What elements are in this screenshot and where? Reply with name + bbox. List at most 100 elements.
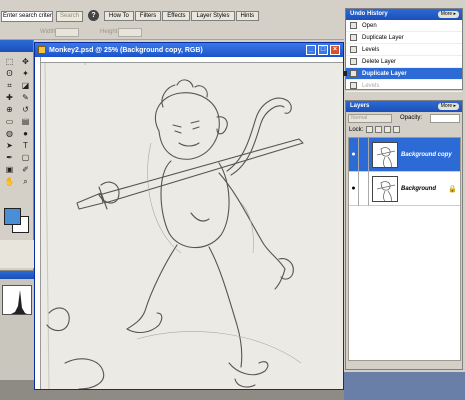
- tab-filters[interactable]: Filters: [134, 11, 162, 21]
- path-select-icon[interactable]: ➤: [3, 140, 16, 151]
- layer-link-toggle[interactable]: [359, 137, 369, 172]
- history-item[interactable]: Duplicate Layer: [343, 68, 462, 80]
- layers-titlebar[interactable]: Layers More ▸: [346, 101, 462, 112]
- mode-buttons: [0, 240, 34, 268]
- foreground-color-swatch[interactable]: [4, 208, 21, 225]
- pen-icon[interactable]: ✒: [3, 152, 16, 163]
- dodge-icon[interactable]: ●: [19, 128, 32, 139]
- visibility-eye-icon[interactable]: ●: [349, 171, 359, 206]
- history-brush-icon[interactable]: ↺: [19, 104, 32, 115]
- layer-name: Background copy: [401, 151, 452, 158]
- magic-wand-icon[interactable]: ✦: [19, 68, 32, 79]
- layer-row[interactable]: ● Background copy: [349, 137, 460, 172]
- tab-layer-styles[interactable]: Layer Styles: [191, 11, 235, 21]
- layer-lock-icon: 🔒: [448, 186, 457, 193]
- crop-icon[interactable]: ⌗: [3, 80, 16, 91]
- document-window: Monkey2.psd @ 25% (Background copy, RGB)…: [34, 42, 344, 390]
- height-field[interactable]: [118, 28, 142, 37]
- histogram-chart-icon: [11, 290, 27, 314]
- undo-history-panel: Undo History More ▸ Open Duplicate Layer L…: [343, 8, 463, 92]
- layer-row[interactable]: ● Background 🔒: [349, 171, 460, 206]
- histogram-palette: [0, 270, 34, 380]
- lock-label: Lock:: [349, 127, 364, 133]
- palette-well: How To Filters Effects Layer Styles Hint…: [104, 11, 260, 21]
- history-item[interactable]: Levels: [346, 80, 462, 92]
- options-bar: Enter search criteria Search ? How To Fi…: [0, 0, 345, 40]
- toolbox-titlebar[interactable]: [0, 40, 33, 52]
- visibility-eye-icon[interactable]: ●: [349, 137, 359, 172]
- history-item-label: Duplicate Layer: [362, 34, 404, 41]
- help-icon[interactable]: ?: [88, 10, 99, 21]
- eyedropper-icon[interactable]: ✐: [19, 164, 32, 175]
- history-state-marker-icon[interactable]: [343, 71, 347, 76]
- opacity-field[interactable]: [430, 114, 460, 123]
- slice-icon[interactable]: ◪: [19, 80, 32, 91]
- lasso-icon[interactable]: ʘ: [3, 68, 16, 79]
- search-button[interactable]: Search: [56, 11, 83, 22]
- blend-mode-select[interactable]: Normal: [348, 114, 392, 123]
- history-item[interactable]: Delete Layer: [346, 56, 462, 68]
- opacity-label: Opacity:: [400, 115, 423, 121]
- history-item[interactable]: Duplicate Layer: [346, 32, 462, 44]
- lock-image-checkbox[interactable]: [375, 126, 382, 133]
- undo-history-titlebar[interactable]: Undo History More ▸: [346, 9, 462, 20]
- history-step-icon: [350, 46, 357, 53]
- layer-link-toggle[interactable]: [359, 171, 369, 206]
- tab-how-to[interactable]: How To: [104, 11, 134, 21]
- type-icon[interactable]: T: [19, 140, 32, 151]
- history-item-label: Levels: [362, 82, 380, 89]
- minimize-button[interactable]: _: [306, 45, 316, 55]
- lock-all-checkbox[interactable]: [393, 126, 400, 133]
- window-controls: _ □ ×: [306, 45, 340, 55]
- hand-icon[interactable]: ✋: [3, 176, 16, 187]
- maximize-button[interactable]: □: [318, 45, 328, 55]
- history-step-icon: [350, 70, 357, 77]
- undo-history-more-button[interactable]: More ▸: [437, 11, 459, 18]
- lock-options: [366, 126, 400, 133]
- history-item-label: Levels: [362, 46, 380, 53]
- width-field[interactable]: [55, 28, 79, 37]
- eraser-icon[interactable]: ▭: [3, 116, 16, 127]
- close-button[interactable]: ×: [330, 45, 340, 55]
- undo-history-title: Undo History: [350, 11, 388, 17]
- taskbar-area: [344, 372, 465, 400]
- layers-list: ● Background copy ● Background 🔒: [348, 137, 461, 361]
- history-item-label: Open: [362, 22, 377, 29]
- stamp-icon[interactable]: ⊕: [3, 104, 16, 115]
- zoom-icon[interactable]: ⌕: [19, 176, 32, 187]
- history-item[interactable]: Levels: [346, 44, 462, 56]
- lock-transparency-checkbox[interactable]: [366, 126, 373, 133]
- brush-icon[interactable]: ✎: [19, 92, 32, 103]
- history-step-icon: [350, 22, 357, 29]
- search-input[interactable]: Enter search criteria: [1, 11, 53, 22]
- layer-thumbnail: [372, 175, 398, 202]
- tab-hints[interactable]: Hints: [235, 11, 260, 21]
- history-item-label: Delete Layer: [362, 58, 397, 65]
- tab-effects[interactable]: Effects: [162, 11, 191, 21]
- layers-more-button[interactable]: More ▸: [437, 103, 459, 110]
- toolbox: ⬚ ✥ ʘ ✦ ⌗ ◪ ✚ ✎ ⊕ ↺ ▭ ▤ ◍ ● ➤ T ✒ ▢ ▣ ✐ ✋ ⌕: [0, 40, 34, 270]
- move-icon[interactable]: ✥: [19, 56, 32, 67]
- history-item-label: Duplicate Layer: [362, 70, 407, 77]
- shape-icon[interactable]: ▢: [19, 152, 32, 163]
- document-titlebar[interactable]: Monkey2.psd @ 25% (Background copy, RGB): [35, 43, 343, 57]
- layers-title: Layers: [350, 103, 370, 109]
- histogram-titlebar[interactable]: [0, 271, 34, 279]
- history-step-icon: [350, 82, 357, 89]
- history-item[interactable]: Open: [346, 20, 462, 32]
- healing-icon[interactable]: ✚: [3, 92, 16, 103]
- document-icon: [38, 46, 46, 54]
- canvas[interactable]: [41, 63, 343, 389]
- notes-icon[interactable]: ▣: [3, 164, 16, 175]
- tool-grid: ⬚ ✥ ʘ ✦ ⌗ ◪ ✚ ✎ ⊕ ↺ ▭ ▤ ◍ ● ➤ T ✒ ▢ ▣ ✐ ✋ ⌕: [0, 52, 33, 191]
- monkey-sketch-image: [41, 63, 343, 389]
- histogram-graph: [2, 285, 32, 315]
- marquee-icon[interactable]: ⬚: [3, 56, 16, 67]
- history-step-icon: [350, 58, 357, 65]
- lock-position-checkbox[interactable]: [384, 126, 391, 133]
- history-step-icon: [350, 34, 357, 41]
- blur-icon[interactable]: ◍: [3, 128, 16, 139]
- document-title: Monkey2.psd @ 25% (Background copy, RGB): [49, 46, 203, 54]
- layers-panel: Layers More ▸ Normal Opacity: Lock: ● Bac…: [345, 100, 463, 370]
- gradient-icon[interactable]: ▤: [19, 116, 32, 127]
